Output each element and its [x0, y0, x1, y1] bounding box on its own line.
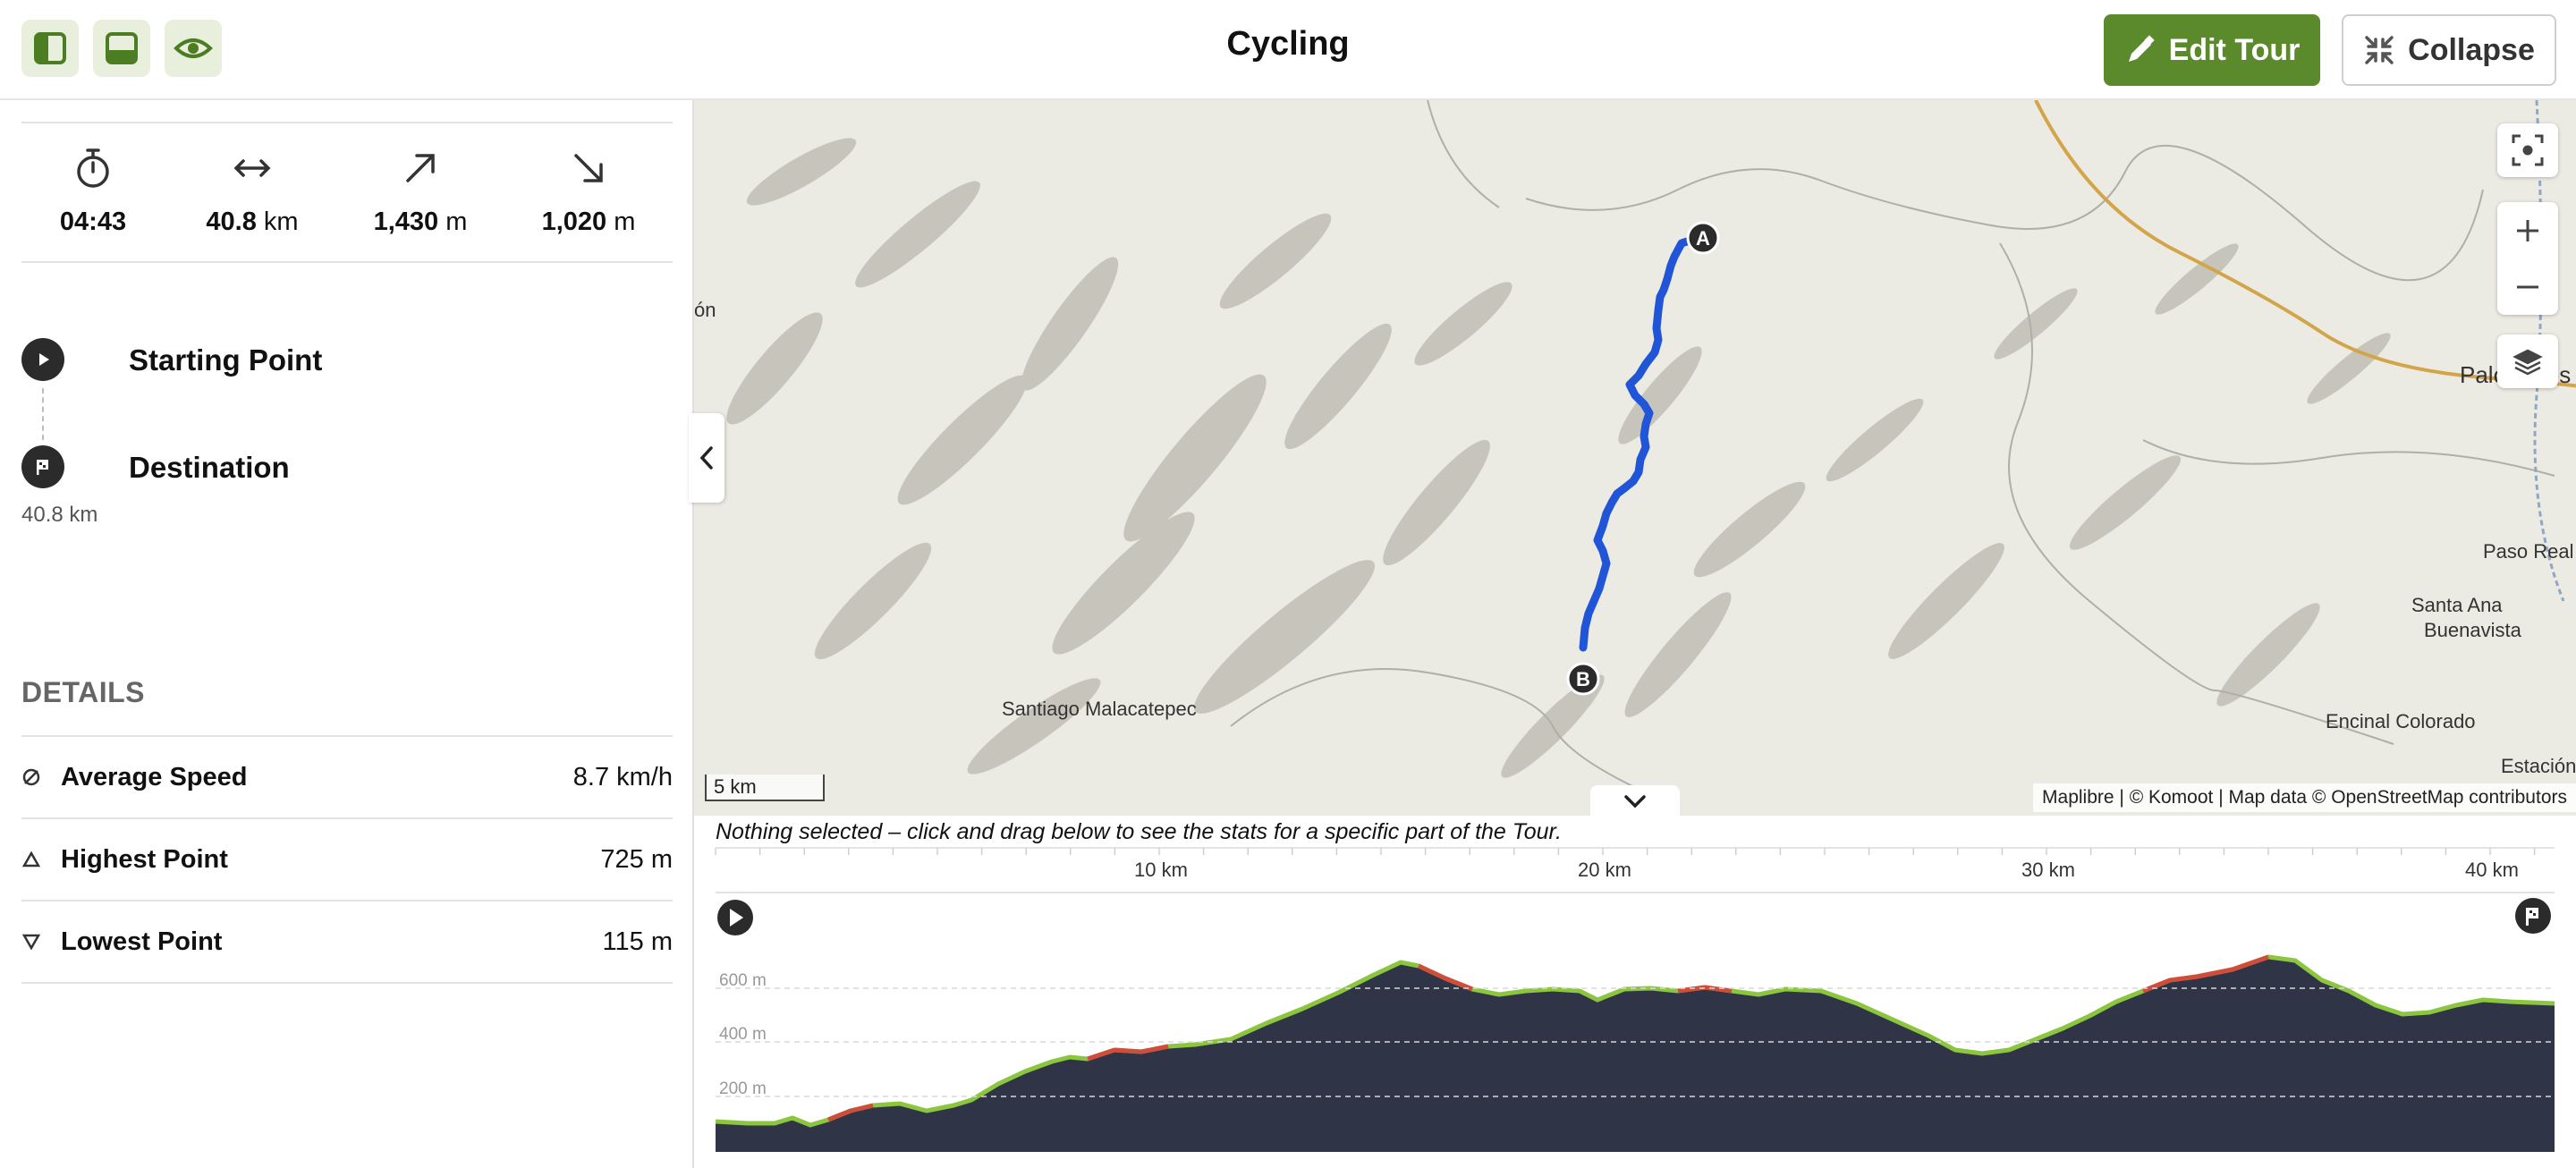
zoom-controls	[2497, 202, 2558, 315]
edit-tour-label: Edit Tour	[2168, 32, 2301, 67]
detail-row-highest-point: Highest Point 725 m	[21, 819, 673, 901]
town-label: Santiago Malacatepec	[1002, 698, 1197, 720]
profile-end-flag-icon	[2515, 898, 2551, 934]
collapse-label: Collapse	[2408, 32, 2535, 67]
ascent-arrow-icon	[406, 154, 435, 182]
detail-value: 115 m	[602, 927, 673, 956]
map-attribution[interactable]: Maplibre | © Komoot | Map data © OpenStr…	[2033, 783, 2576, 812]
x-tick-label: 20 km	[1578, 859, 1631, 881]
ascent-unit: m	[445, 207, 468, 236]
town-label: Santa Ana	[2411, 594, 2503, 616]
segment-distance: 40.8 km	[21, 503, 98, 527]
y-tick-label: 400 m	[719, 1025, 767, 1044]
pencil-icon	[2128, 35, 2155, 62]
chevron-left-icon	[699, 446, 713, 470]
map-view[interactable]: A B ón Santiago Malacatepec Palomares Pa…	[694, 100, 2576, 816]
town-label: Buenavista	[2424, 619, 2521, 641]
horizontal-arrows-icon	[233, 159, 271, 177]
map-layers-button[interactable]	[2497, 334, 2558, 388]
terrain-map: A B	[726, 100, 2576, 808]
zoom-out-button[interactable]	[2497, 258, 2558, 315]
divider	[21, 122, 673, 123]
lowest-point-icon	[21, 934, 41, 951]
average-speed-icon	[22, 768, 40, 786]
zoom-in-button[interactable]	[2497, 202, 2558, 258]
ascent-value: 1,430	[373, 207, 439, 236]
tour-sidebar: 04:43 40.8 km 1,430 m 1,020 m Starting P…	[0, 100, 694, 1168]
detail-label: Highest Point	[61, 844, 228, 874]
starting-point-label[interactable]: Starting Point	[129, 343, 322, 377]
header-bar: Cycling Edit Tour Collapse	[0, 0, 2576, 100]
detail-value: 725 m	[600, 844, 673, 874]
stat-distance: 40.8 km	[172, 143, 333, 237]
collapse-button[interactable]: Collapse	[2342, 14, 2556, 86]
detail-value: 8.7 km/h	[572, 762, 673, 791]
stat-descent: 1,020 m	[508, 143, 669, 237]
plus-icon	[2517, 219, 2538, 241]
start-point-icon	[21, 338, 64, 381]
stat-duration: 04:43	[13, 143, 174, 237]
chevron-down-icon	[1624, 795, 1646, 808]
destination-label[interactable]: Destination	[129, 451, 290, 485]
town-label: Paso Real	[2483, 540, 2574, 563]
marker-a-label: A	[1696, 227, 1710, 250]
elevation-chart[interactable]: 10 km 20 km 30 km 40 km 600 m 400 m 200 …	[694, 816, 2576, 1168]
destination-flag-icon	[21, 445, 64, 488]
distance-unit: km	[263, 207, 299, 236]
town-label: Encinal Colorado	[2326, 710, 2476, 732]
detail-row-lowest-point: Lowest Point 115 m	[21, 901, 673, 984]
descent-unit: m	[614, 207, 636, 236]
duration-value: 04:43	[59, 207, 127, 236]
y-tick-label: 200 m	[719, 1079, 767, 1098]
descent-arrow-icon	[574, 154, 603, 182]
stat-ascent: 1,430 m	[340, 143, 501, 237]
details-heading: DETAILS	[21, 676, 146, 708]
sidebar-collapse-handle[interactable]	[689, 413, 724, 503]
collapse-arrows-icon	[2365, 36, 2394, 64]
descent-value: 1,020	[541, 207, 607, 236]
map-scale: 5 km	[705, 774, 825, 801]
x-tick-label: 40 km	[2465, 859, 2519, 881]
route-connector	[42, 388, 44, 440]
y-tick-label: 600 m	[719, 971, 767, 990]
edit-tour-button[interactable]: Edit Tour	[2104, 14, 2320, 86]
detail-row-average-speed: Average Speed 8.7 km/h	[21, 737, 673, 819]
detail-label: Average Speed	[61, 762, 248, 791]
stopwatch-icon	[77, 148, 109, 188]
marker-b-label: B	[1576, 668, 1590, 690]
minus-icon	[2517, 285, 2538, 288]
elevation-panel[interactable]: Nothing selected – click and drag below …	[694, 816, 2576, 1168]
town-label: ón	[694, 299, 716, 321]
divider	[21, 261, 673, 263]
detail-label: Lowest Point	[61, 927, 223, 956]
distance-value: 40.8	[206, 207, 257, 236]
elevation-area	[716, 957, 2555, 1152]
focus-target-icon	[2512, 134, 2544, 166]
profile-collapse-handle[interactable]	[1590, 785, 1680, 817]
highest-point-icon	[21, 851, 41, 868]
layers-icon	[2512, 349, 2543, 376]
x-tick-label: 10 km	[1134, 859, 1188, 881]
profile-start-icon	[717, 900, 753, 935]
recenter-button[interactable]	[2497, 123, 2558, 177]
town-label: Estación	[2501, 755, 2576, 777]
x-tick-label: 30 km	[2021, 859, 2075, 881]
